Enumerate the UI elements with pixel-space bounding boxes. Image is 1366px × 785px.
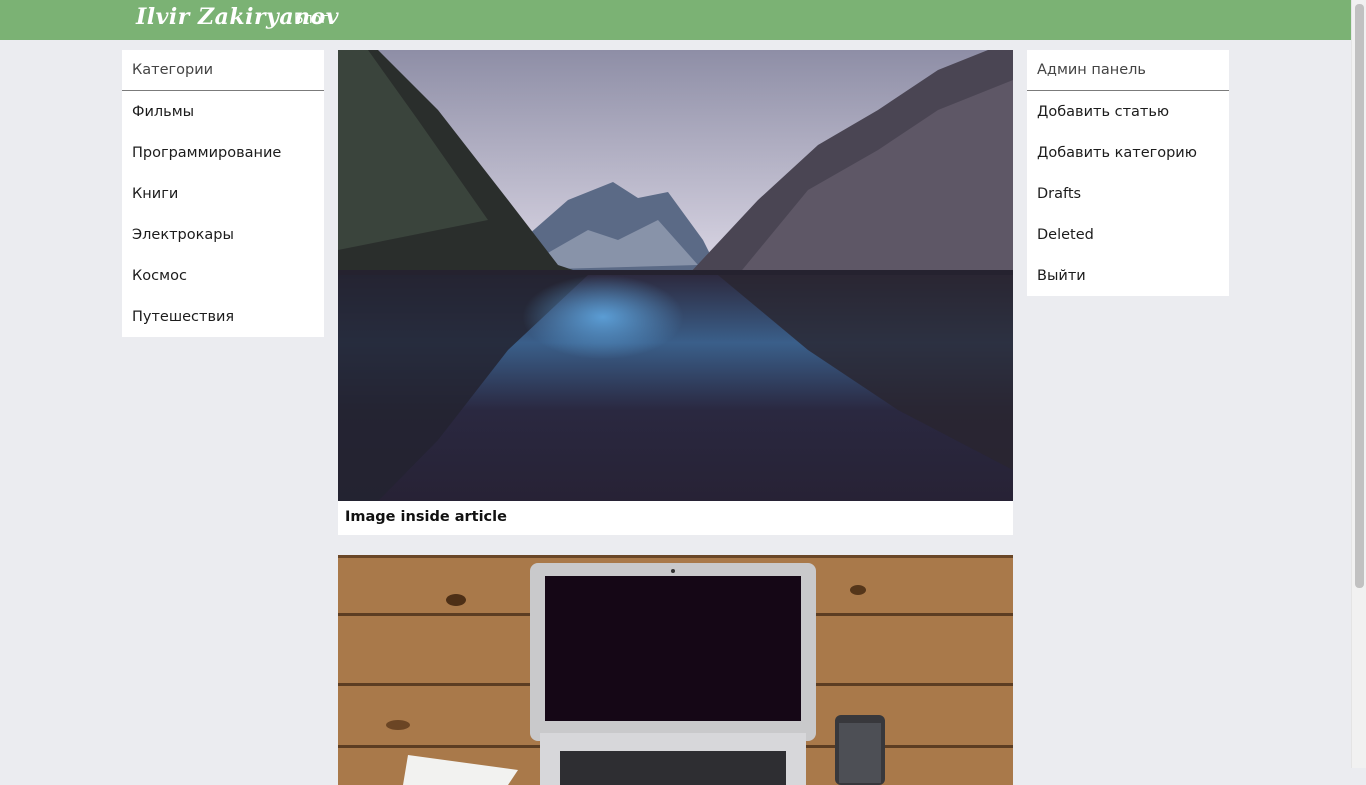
category-item-travel[interactable]: Путешествия: [122, 296, 324, 337]
admin-panel: Админ панель Добавить статью Добавить ка…: [1027, 50, 1229, 296]
category-item-books[interactable]: Книги: [122, 173, 324, 214]
admin-panel-title: Админ панель: [1027, 50, 1229, 91]
top-navbar: Ilvir Zakiryanov Блог: [0, 0, 1351, 40]
article-title[interactable]: Image inside article: [345, 509, 507, 525]
add-article-link[interactable]: Добавить статью: [1027, 91, 1229, 132]
article-card[interactable]: Image inside article: [338, 50, 1013, 535]
add-category-link[interactable]: Добавить категорию: [1027, 132, 1229, 173]
laptop-on-desk-image[interactable]: [338, 555, 1013, 785]
categories-panel: Категории Фильмы Программирование Книги …: [122, 50, 324, 337]
deleted-link[interactable]: Deleted: [1027, 214, 1229, 255]
logout-link[interactable]: Выйти: [1027, 255, 1229, 296]
category-item-films[interactable]: Фильмы: [122, 91, 324, 132]
categories-title: Категории: [122, 50, 324, 91]
scrollbar-thumb[interactable]: [1355, 4, 1364, 588]
article-card[interactable]: [338, 555, 1013, 785]
drafts-link[interactable]: Drafts: [1027, 173, 1229, 214]
category-item-programming[interactable]: Программирование: [122, 132, 324, 173]
nav-link-blog[interactable]: Блог: [294, 11, 328, 27]
category-item-electric-cars[interactable]: Электрокары: [122, 214, 324, 255]
page-scrollbar[interactable]: [1351, 0, 1366, 768]
category-item-space[interactable]: Космос: [122, 255, 324, 296]
mountain-lake-image[interactable]: [338, 50, 1013, 501]
